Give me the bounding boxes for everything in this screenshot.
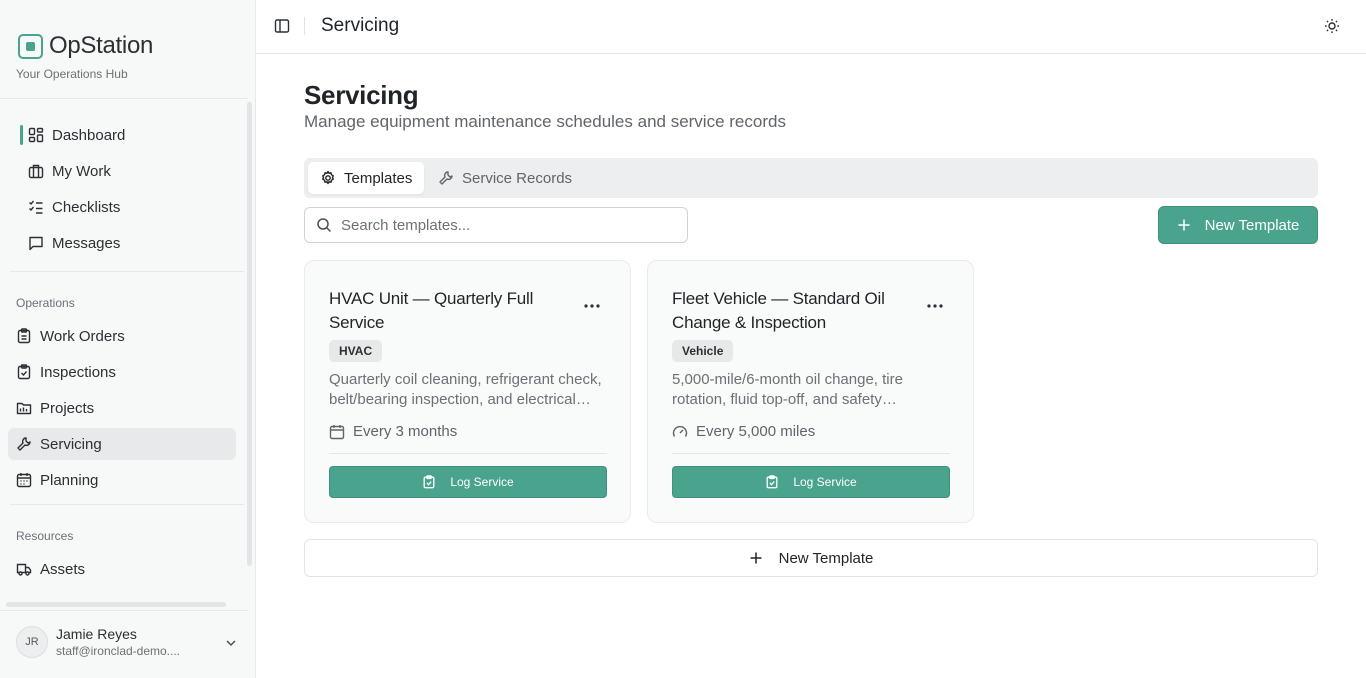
template-title: HVAC Unit — Quarterly Full Service: [329, 289, 534, 332]
template-description: 5,000-mile/6-month oil change, tire rota…: [672, 371, 903, 408]
clipboard-check-icon: [765, 475, 779, 489]
user-name: Jamie Reyes: [56, 626, 137, 642]
frequency-text: Every 3 months: [353, 423, 458, 440]
clipboard-icon: [16, 328, 32, 344]
sidebar-item-projects[interactable]: Projects: [8, 392, 236, 424]
divider: [0, 98, 248, 99]
sidebar-item-dashboard[interactable]: Dashboard: [8, 119, 236, 151]
button-label: New Template: [778, 549, 874, 567]
sidebar-item-label: Assets: [40, 560, 86, 578]
button-label: New Template: [1204, 216, 1300, 234]
sidebar-item-planning[interactable]: Planning: [8, 464, 236, 496]
new-template-button[interactable]: New Template: [1158, 206, 1318, 244]
sidebar-item-assets[interactable]: Assets: [8, 553, 236, 585]
clipboard-check-icon: [16, 364, 32, 380]
sidebar-item-label: Projects: [40, 399, 95, 417]
briefcase-icon: [28, 163, 44, 179]
template-title: Fleet Vehicle — Standard Oil Change & In…: [672, 289, 885, 332]
template-description: Quarterly coil cleaning, refrigerant che…: [329, 371, 602, 408]
add-template-button[interactable]: New Template: [304, 539, 1318, 577]
calendar-icon: [329, 424, 345, 440]
log-service-button[interactable]: Log Service: [329, 466, 607, 498]
divider: [0, 610, 248, 611]
chevron-down-icon[interactable]: [224, 636, 238, 655]
sidebar-item-label: Work Orders: [40, 327, 125, 345]
section-label-resources: Resources: [16, 529, 74, 543]
button-label: Log Service: [793, 475, 857, 489]
active-indicator: [20, 125, 23, 145]
divider: [10, 504, 244, 505]
gear-icon: [320, 170, 336, 186]
sidebar-item-servicing[interactable]: Servicing: [8, 428, 236, 460]
sidebar-item-label: Inspections: [40, 363, 116, 381]
category-badge: HVAC: [329, 340, 383, 362]
tab-templates[interactable]: Templates: [308, 162, 425, 194]
sidebar-item-inspections[interactable]: Inspections: [8, 356, 236, 388]
brand[interactable]: OpStation: [18, 32, 153, 60]
button-label: Log Service: [450, 475, 514, 489]
clipboard-check-icon: [422, 475, 436, 489]
page-subtitle: Manage equipment maintenance schedules a…: [304, 112, 786, 131]
template-frequency: Every 3 months: [329, 423, 457, 440]
brand-name: OpStation: [49, 32, 154, 59]
plus-icon: [749, 551, 763, 565]
avatar: JR: [16, 626, 48, 658]
sidebar-item-checklists[interactable]: Checklists: [8, 191, 236, 223]
tab-list: Templates Service Records: [304, 158, 1318, 198]
sidebar-item-label: Messages: [52, 234, 121, 252]
sidebar: OpStation Your Operations Hub Dashboard …: [0, 0, 256, 678]
page-title: Servicing: [304, 80, 419, 110]
template-frequency: Every 5,000 miles: [672, 423, 815, 440]
sun-icon[interactable]: [1324, 18, 1340, 39]
sidebar-item-messages[interactable]: Messages: [8, 227, 236, 259]
wrench-icon: [438, 170, 454, 186]
sidebar-item-label: Checklists: [52, 198, 121, 216]
search-icon: [316, 217, 332, 233]
divider: [10, 271, 244, 272]
message-square-icon: [28, 235, 44, 251]
search-box: [304, 207, 688, 243]
sidebar-item-label: Servicing: [40, 435, 102, 453]
tab-label: Templates: [344, 169, 413, 187]
tab-label: Service Records: [462, 169, 573, 187]
log-service-button[interactable]: Log Service: [672, 466, 950, 498]
template-card[interactable]: HVAC Unit — Quarterly Full Service HVAC …: [304, 260, 631, 523]
divider: [304, 17, 305, 35]
truck-icon: [16, 561, 32, 577]
sidebar-item-label: Planning: [40, 471, 99, 489]
sidebar-item-work-orders[interactable]: Work Orders: [8, 320, 236, 352]
wrench-icon: [16, 436, 32, 452]
sidebar-item-label: Dashboard: [52, 126, 126, 144]
sidebar-vertical-scrollbar[interactable]: [247, 102, 252, 566]
calendar-grid-icon: [16, 472, 32, 488]
divider: [329, 453, 607, 454]
sidebar-toggle-icon[interactable]: [274, 18, 290, 39]
divider: [672, 453, 950, 454]
dashboard-grid-icon: [28, 127, 44, 143]
opstation-logo-icon: [18, 33, 43, 59]
sidebar-item-my-work[interactable]: My Work: [8, 155, 236, 187]
frequency-text: Every 5,000 miles: [696, 423, 816, 440]
plus-icon: [1177, 218, 1191, 232]
folder-icon: [16, 400, 32, 416]
more-horizontal-icon[interactable]: [927, 295, 943, 313]
category-badge: Vehicle: [672, 340, 734, 362]
sidebar-item-label: My Work: [52, 162, 111, 180]
topbar: Servicing: [256, 0, 1366, 54]
more-horizontal-icon[interactable]: [584, 295, 600, 313]
topbar-title: Servicing: [321, 15, 400, 36]
template-card[interactable]: Fleet Vehicle — Standard Oil Change & In…: [647, 260, 974, 523]
user-email: staff@ironclad-demo....: [56, 644, 181, 658]
gauge-icon: [672, 424, 688, 440]
user-menu[interactable]: JR Jamie Reyes staff@ironclad-demo....: [16, 626, 180, 658]
search-input[interactable]: [341, 216, 661, 234]
section-label-operations: Operations: [16, 296, 75, 310]
sidebar-horizontal-scrollbar[interactable]: [6, 602, 226, 607]
tab-service-records[interactable]: Service Records: [426, 162, 584, 194]
checklist-icon: [28, 199, 44, 215]
brand-tagline: Your Operations Hub: [16, 67, 128, 81]
